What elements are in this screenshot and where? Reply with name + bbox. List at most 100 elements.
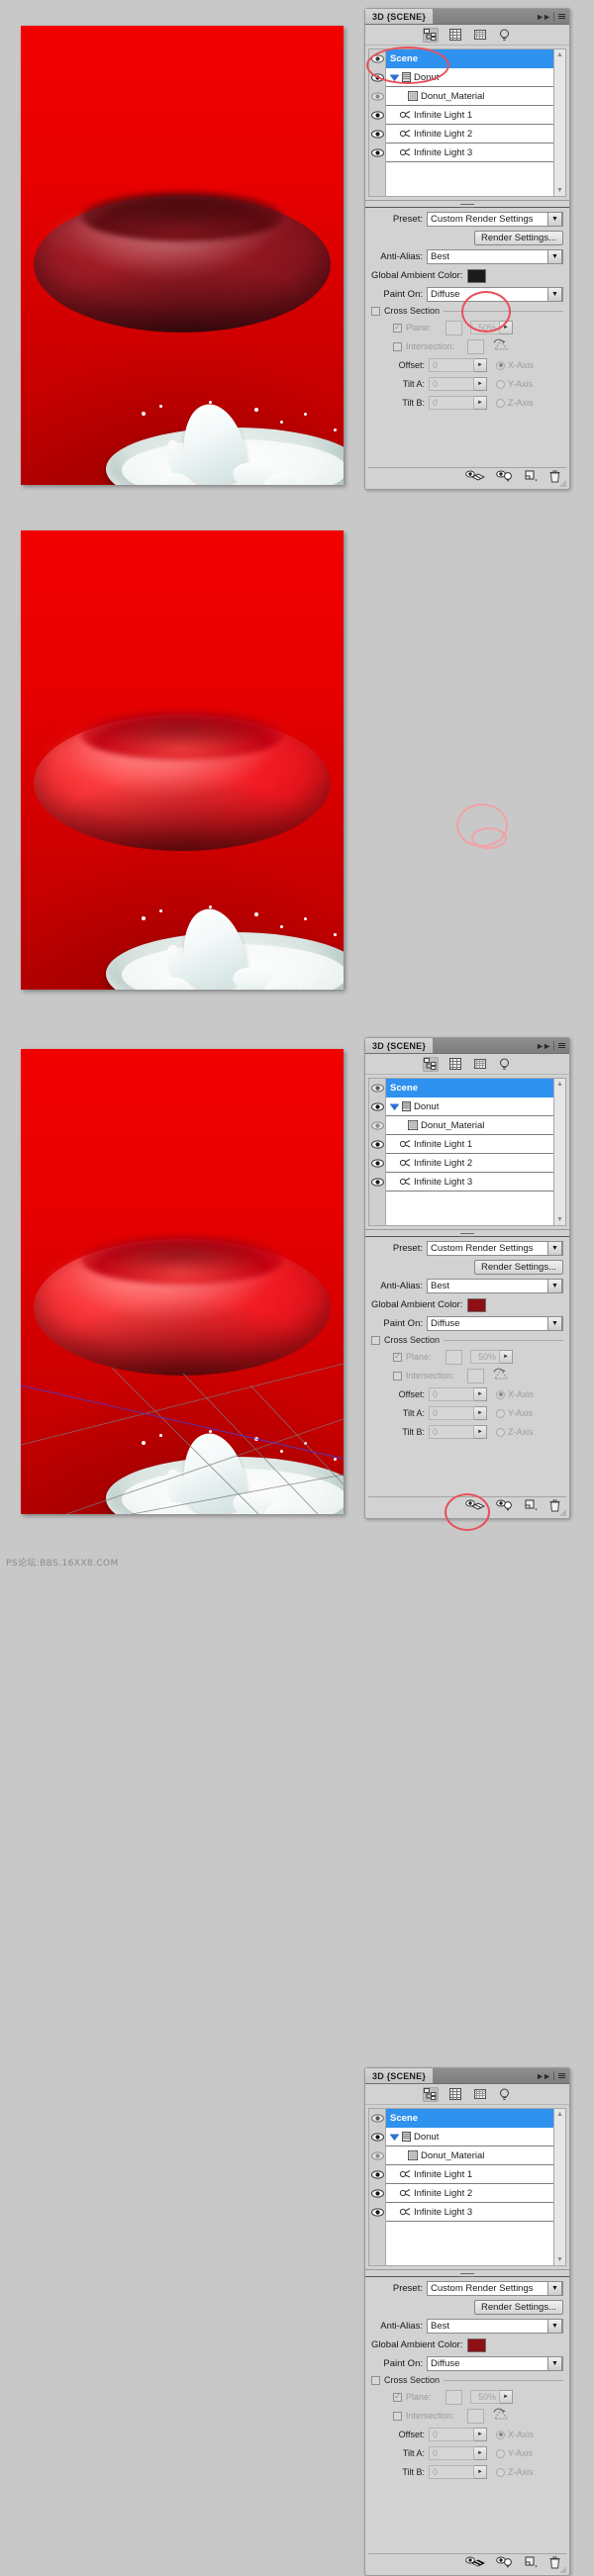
antialias-select[interactable]: Best ▼ — [427, 249, 563, 264]
twirl-down-icon[interactable] — [390, 74, 399, 81]
tree-row-scene[interactable]: Scene — [386, 49, 553, 68]
tilt-b-field[interactable]: 0 — [429, 396, 474, 410]
eye-icon[interactable] — [369, 125, 385, 143]
chevron-down-icon[interactable]: ▼ — [547, 287, 562, 302]
eye-icon[interactable] — [369, 2165, 385, 2184]
eye-icon[interactable] — [369, 2184, 385, 2203]
tilt-a-field[interactable]: 0 — [429, 2446, 474, 2460]
collapse-icon[interactable]: ►► — [536, 12, 551, 22]
mesh-icon[interactable] — [447, 2087, 463, 2102]
eye-icon[interactable] — [369, 2109, 385, 2128]
render-settings-button[interactable]: Render Settings... — [473, 2300, 563, 2315]
flip-section-icon[interactable] — [493, 2408, 509, 2424]
chevron-down-icon[interactable]: ▼ — [547, 2281, 562, 2296]
panel-menu-icon[interactable] — [558, 14, 565, 19]
global-ambient-color-swatch[interactable] — [467, 268, 487, 283]
panel-splitter[interactable] — [365, 200, 569, 208]
scene-tree-3[interactable]: Scene Donut Donut_Material Infinite Ligh… — [368, 2108, 566, 2266]
tree-row-scene[interactable]: Scene — [386, 2109, 553, 2128]
chevron-down-icon[interactable]: ▼ — [547, 249, 562, 264]
intersection-checkbox[interactable] — [393, 341, 402, 351]
eye-icon[interactable] — [369, 68, 385, 87]
antialias-select[interactable]: Best ▼ — [427, 2319, 563, 2334]
twirl-down-icon[interactable] — [390, 2134, 399, 2141]
tree-row-infinite-light-3[interactable]: Infinite Light 3 — [386, 143, 553, 162]
intersection-color-swatch[interactable] — [467, 2408, 484, 2424]
scene-tree-1[interactable]: Scene Donut Donut_Material Infinite Ligh… — [368, 48, 566, 197]
intersection-color-swatch[interactable] — [467, 338, 484, 354]
eye-icon[interactable] — [369, 143, 385, 162]
tree-row-infinite-light-2[interactable]: Infinite Light 2 — [386, 2184, 553, 2203]
cross-section-checkbox[interactable] — [371, 2375, 380, 2385]
paint-on-select[interactable]: Diffuse ▼ — [427, 287, 563, 302]
delete-icon[interactable] — [549, 2556, 560, 2571]
scroll-up-icon[interactable]: ▲ — [556, 2111, 563, 2118]
chevron-down-icon[interactable]: ▼ — [547, 212, 562, 227]
new-light-icon[interactable] — [525, 470, 539, 484]
plane-color-swatch[interactable] — [446, 320, 462, 335]
global-ambient-color-swatch[interactable] — [467, 2337, 487, 2352]
x-axis-radio[interactable] — [496, 360, 505, 370]
tree-row-infinite-light-3[interactable]: Infinite Light 3 — [386, 2203, 553, 2222]
tilt-b-stepper[interactable]: ► — [474, 396, 487, 410]
tree-row-infinite-light-2[interactable]: Infinite Light 2 — [386, 125, 553, 143]
eye-icon[interactable] — [369, 49, 385, 68]
tree-row-donut-material[interactable]: Donut_Material — [386, 2147, 553, 2165]
lights-icon[interactable] — [497, 28, 513, 43]
preset-select[interactable]: Custom Render Settings ▼ — [427, 212, 563, 227]
tree-row-donut[interactable]: Donut — [386, 2128, 553, 2147]
toggle-lights-icon[interactable] — [496, 2556, 514, 2570]
scene-tree-icon[interactable] — [422, 2086, 439, 2102]
eye-icon[interactable] — [369, 87, 385, 106]
panel-controls[interactable]: ►► — [532, 2068, 569, 2083]
new-light-icon[interactable] — [525, 2556, 539, 2570]
tab-3d-scene[interactable]: 3D {SCENE} — [365, 2068, 435, 2083]
plane-opacity-stepper[interactable]: ► — [500, 2390, 513, 2404]
tree-scrollbar[interactable]: ▲ ▼ — [553, 49, 565, 196]
plane-opacity-stepper[interactable]: ► — [500, 321, 513, 334]
materials-icon[interactable] — [472, 2087, 488, 2102]
materials-icon[interactable] — [472, 28, 488, 43]
tilt-a-stepper[interactable]: ► — [474, 377, 487, 391]
cross-section-checkbox[interactable] — [371, 306, 380, 316]
intersection-checkbox[interactable] — [393, 2411, 402, 2421]
tree-row-infinite-light-1[interactable]: Infinite Light 1 — [386, 2165, 553, 2184]
tree-row-infinite-light-1[interactable]: Infinite Light 1 — [386, 106, 553, 125]
donut-3d-object[interactable] — [34, 710, 331, 851]
tilt-a-stepper[interactable]: ► — [474, 2446, 487, 2460]
mesh-icon[interactable] — [447, 28, 463, 43]
plane-checkbox[interactable]: ✓ — [393, 323, 402, 333]
z-axis-radio[interactable] — [496, 2467, 505, 2477]
eye-icon[interactable] — [369, 106, 385, 125]
y-axis-radio[interactable] — [496, 379, 505, 389]
tilt-b-stepper[interactable]: ► — [474, 2465, 487, 2479]
offset-field[interactable]: 0 — [429, 2428, 474, 2441]
eye-icon[interactable] — [369, 2203, 385, 2222]
lights-icon[interactable] — [497, 2087, 513, 2102]
tree-scrollbar[interactable]: ▲ ▼ — [553, 2109, 565, 2265]
paint-on-select[interactable]: Diffuse ▼ — [427, 2356, 563, 2371]
offset-stepper[interactable]: ► — [474, 358, 487, 372]
scroll-down-icon[interactable]: ▼ — [556, 187, 563, 194]
eye-icon[interactable] — [369, 2147, 385, 2165]
preset-select[interactable]: Custom Render Settings ▼ — [427, 2281, 563, 2296]
panel-splitter[interactable] — [365, 2269, 569, 2277]
plane-color-swatch[interactable] — [446, 2389, 462, 2405]
resize-grip-icon[interactable] — [560, 480, 567, 487]
plane-opacity-value[interactable]: 50% — [470, 2390, 500, 2404]
toggle-ground-plane-icon[interactable] — [465, 470, 486, 484]
donut-3d-object[interactable] — [34, 191, 331, 333]
tilt-b-field[interactable]: 0 — [429, 2465, 474, 2479]
offset-field[interactable]: 0 — [429, 358, 474, 372]
plane-opacity-value[interactable]: 50% — [470, 321, 500, 334]
tab-3d-scene[interactable]: 3D {SCENE} — [365, 9, 435, 24]
render-settings-button[interactable]: Render Settings... — [473, 231, 563, 245]
tree-row-donut-material[interactable]: Donut_Material — [386, 87, 553, 106]
plane-checkbox[interactable]: ✓ — [393, 2392, 402, 2402]
scroll-up-icon[interactable]: ▲ — [556, 51, 563, 58]
tree-row-donut[interactable]: Donut — [386, 68, 553, 87]
toggle-lights-icon[interactable] — [496, 470, 514, 484]
y-axis-radio[interactable] — [496, 2448, 505, 2458]
chevron-down-icon[interactable]: ▼ — [547, 2319, 562, 2334]
tilt-a-field[interactable]: 0 — [429, 377, 474, 391]
